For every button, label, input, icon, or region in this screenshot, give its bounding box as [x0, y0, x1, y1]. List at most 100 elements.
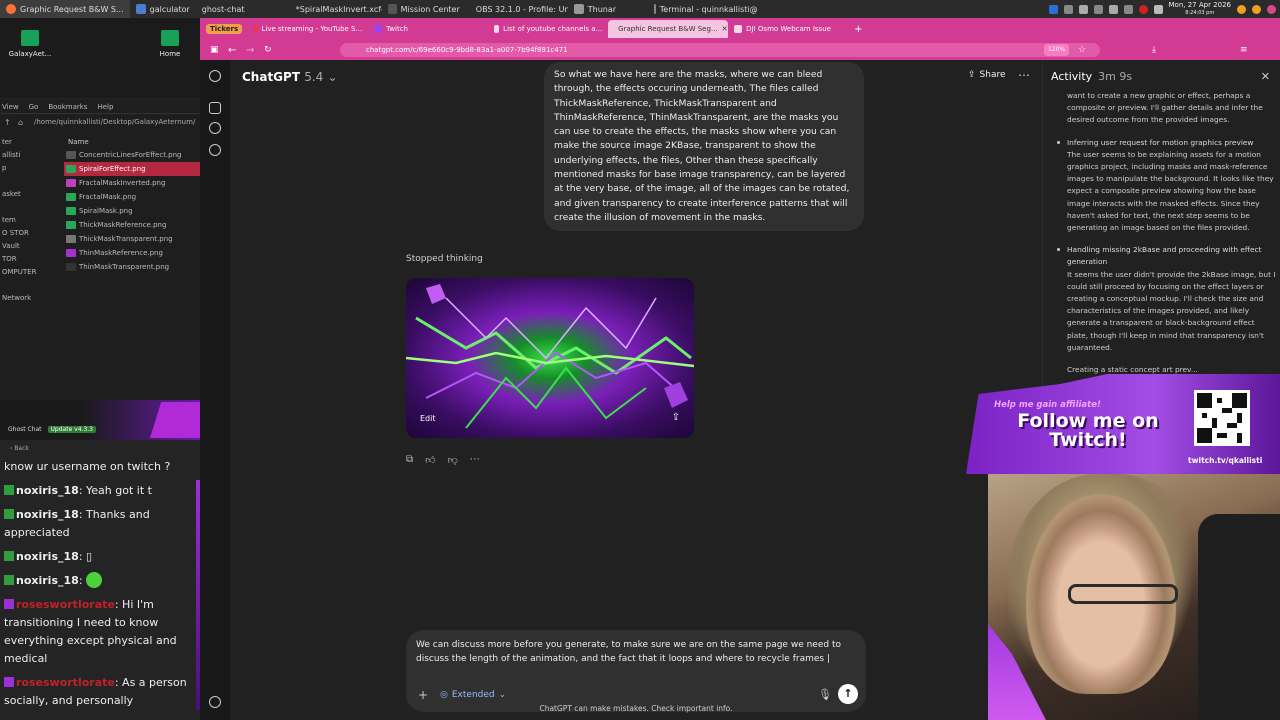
up-arrow-icon[interactable]: ↑: [4, 118, 11, 127]
bookmark-star-icon[interactable]: ☆: [1078, 45, 1086, 55]
tab-youtube[interactable]: Live streaming - YouTube S...: [248, 20, 368, 38]
close-tab-icon[interactable]: ✕: [722, 25, 728, 33]
image-edit-button[interactable]: Edit: [420, 414, 436, 423]
task-firefox[interactable]: Graphic Request B&W S...: [0, 0, 130, 18]
composer-input[interactable]: We can discuss more before you generate,…: [416, 638, 856, 666]
reload-icon[interactable]: ↻: [264, 45, 272, 55]
file-row[interactable]: ThickMaskTransparent.png: [64, 232, 200, 246]
file-row[interactable]: ThickMaskReference.png: [64, 218, 200, 232]
tray-app-icon[interactable]: [1123, 4, 1133, 14]
search-icon[interactable]: [209, 122, 221, 134]
tray-app-icon[interactable]: [1063, 4, 1073, 14]
sidebar-item[interactable]: p: [0, 162, 62, 175]
back-button[interactable]: ‹ Back: [0, 442, 206, 456]
tray-app-icon[interactable]: [1237, 4, 1246, 14]
sidebar-item[interactable]: tem: [0, 214, 62, 227]
avatar[interactable]: [209, 696, 221, 708]
sidebar-item[interactable]: [0, 175, 62, 188]
tray-app-icon[interactable]: [1267, 4, 1276, 14]
task-terminal[interactable]: Terminal - quinnkallisti@...: [648, 0, 758, 18]
file-row[interactable]: SpiralMask.png: [64, 204, 200, 218]
menu-go[interactable]: Go: [29, 103, 39, 111]
file-row[interactable]: FractalMask.png: [64, 190, 200, 204]
share-button[interactable]: ⇪ Share: [968, 70, 1006, 80]
tray-app-icon[interactable]: [1252, 4, 1261, 14]
volume-icon[interactable]: [1153, 4, 1163, 14]
chat-username[interactable]: noxiris_18: [16, 508, 79, 521]
menu-view[interactable]: View: [2, 103, 19, 111]
extended-thinking-toggle[interactable]: ◎ Extended ⌄: [440, 690, 506, 700]
tab-chatgpt[interactable]: Graphic Request B&W Seg... ✕: [608, 20, 729, 38]
menu-icon[interactable]: ≡: [1240, 45, 1248, 55]
thumbs-down-icon[interactable]: 👎︎: [448, 454, 458, 466]
tray-app-icon[interactable]: [1048, 4, 1058, 14]
sidebar-item[interactable]: ter: [0, 136, 62, 149]
file-row-selected[interactable]: SpiralForEffect.png: [64, 162, 200, 176]
send-button[interactable]: ↑: [838, 684, 858, 704]
task-mission-center[interactable]: Mission Center: [382, 0, 466, 18]
sidebar-item[interactable]: TOR: [0, 253, 62, 266]
sidebar-item[interactable]: Network: [0, 292, 62, 305]
message-composer[interactable]: We can discuss more before you generate,…: [406, 630, 866, 712]
library-icon[interactable]: [209, 144, 221, 156]
microphone-icon[interactable]: 🎙︎: [818, 688, 832, 701]
sidebar-toggle-icon[interactable]: ▣: [210, 45, 219, 55]
copy-icon[interactable]: ⧉: [406, 454, 413, 466]
menu-help[interactable]: Help: [97, 103, 113, 111]
attach-plus-icon[interactable]: +: [418, 688, 428, 702]
file-row[interactable]: ConcentricLinesForEffect.png: [64, 148, 200, 162]
new-tab-icon[interactable]: +: [854, 24, 862, 35]
chat-username[interactable]: noxiris_18: [16, 484, 79, 497]
tickers-tab-group[interactable]: Tickers: [206, 24, 243, 34]
home-icon[interactable]: ⌂: [18, 118, 23, 127]
chat-username[interactable]: noxiris_18: [16, 574, 79, 587]
stopped-thinking-label[interactable]: Stopped thinking: [406, 254, 483, 264]
file-row[interactable]: FractalMaskInverted.png: [64, 176, 200, 190]
generated-image[interactable]: Edit ⇪: [406, 278, 694, 438]
chat-username[interactable]: noxiris_18: [16, 550, 79, 563]
more-options-icon[interactable]: ⋯: [1018, 68, 1030, 82]
sidebar-item[interactable]: [0, 201, 62, 214]
more-actions-icon[interactable]: ⋯: [470, 454, 480, 466]
sidebar-item[interactable]: Vault: [0, 240, 62, 253]
tray-app-icon[interactable]: [1108, 4, 1118, 14]
sidebar-item[interactable]: O STOR: [0, 227, 62, 240]
sidebar-item[interactable]: [0, 279, 62, 292]
sidebar-item[interactable]: asket: [0, 188, 62, 201]
column-header-name[interactable]: Name: [64, 136, 200, 148]
desktop-icon-galaxy[interactable]: GalaxyAet...: [0, 30, 60, 58]
close-icon[interactable]: ✕: [1261, 70, 1270, 83]
sidebar-item[interactable]: allisti: [0, 149, 62, 162]
thumbs-up-icon[interactable]: 👍︎: [425, 454, 435, 466]
menu-bookmarks[interactable]: Bookmarks: [48, 103, 87, 111]
tray-app-icon[interactable]: [1093, 4, 1103, 14]
zoom-level[interactable]: 120%: [1044, 44, 1070, 56]
task-galculator[interactable]: galculator: [130, 0, 196, 18]
desktop-icon-home[interactable]: Home: [140, 30, 200, 58]
model-selector[interactable]: ChatGPT 5.4 ⌄: [242, 70, 338, 84]
update-badge[interactable]: Update v4.3.3: [47, 426, 96, 433]
chat-username[interactable]: roseswortlorate: [16, 676, 115, 689]
file-row[interactable]: ThinMaskTransparent.png: [64, 260, 200, 274]
file-manager-path-bar[interactable]: ↑ ⌂ /home/quinnkallisti/Desktop/GalaxyAe…: [0, 114, 200, 130]
sidebar-item[interactable]: OMPUTER: [0, 266, 62, 279]
microphone-icon[interactable]: [1138, 4, 1148, 14]
file-row[interactable]: ThinMaskReference.png: [64, 246, 200, 260]
chat-username[interactable]: roseswortlorate: [16, 598, 115, 611]
task-ghost-chat[interactable]: ghost-chat: [196, 0, 286, 18]
tray-app-icon[interactable]: [1078, 4, 1088, 14]
url-field[interactable]: chatgpt.com/c/69e660c9-9bd8-83a1-a007-7b…: [340, 43, 1100, 57]
openai-logo-icon[interactable]: [209, 70, 221, 82]
downloads-icon[interactable]: ⤓: [1152, 45, 1156, 55]
task-gimp[interactable]: *SpiralMaskInvert.xcf-1...: [286, 0, 382, 18]
tab-dji[interactable]: DJI Osmo Webcam Issue: [728, 20, 848, 38]
tab-youtube-list[interactable]: List of youtube channels a...: [488, 20, 608, 38]
task-thunar[interactable]: Thunar: [568, 0, 648, 18]
back-arrow-icon[interactable]: ←: [228, 45, 236, 56]
download-icon[interactable]: ⇪: [672, 412, 680, 423]
new-chat-icon[interactable]: [209, 102, 221, 114]
forward-arrow-icon[interactable]: →: [246, 45, 254, 56]
task-obs[interactable]: OBS 32.1.0 - Profile: Unt...: [466, 0, 568, 18]
tab-twitch[interactable]: Twitch: [368, 20, 488, 38]
webcam-feed: [988, 474, 1280, 720]
